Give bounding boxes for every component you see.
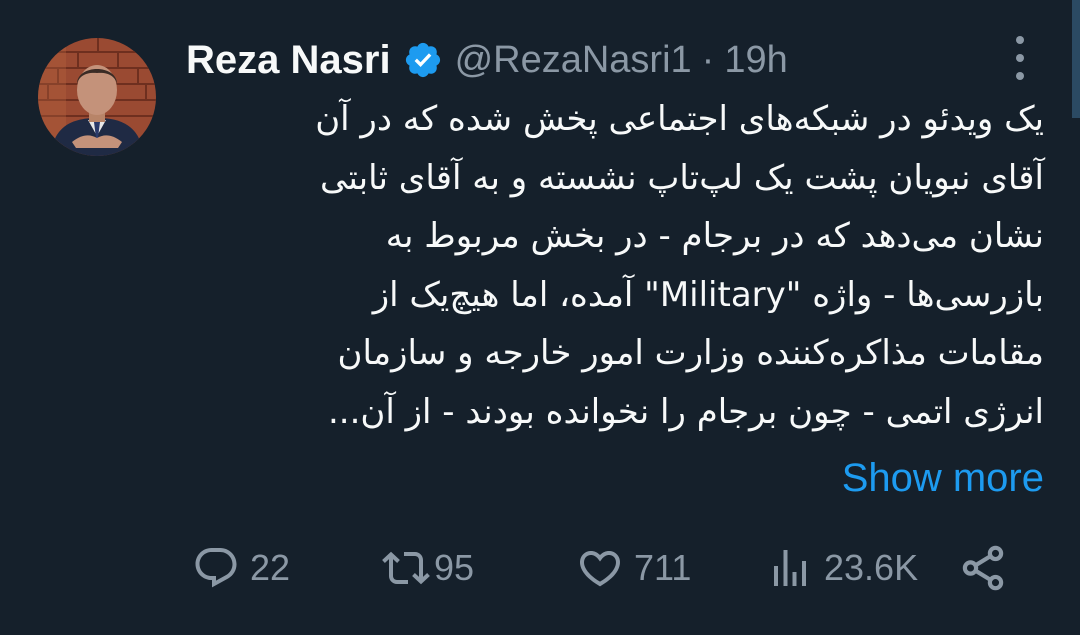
timestamp[interactable]: 19h: [724, 39, 787, 82]
author-handle[interactable]: @RezaNasri1: [455, 39, 692, 82]
action-bar: 22 95 711 23.6K: [0, 540, 1080, 596]
heart-icon: [576, 544, 624, 592]
avatar-image: [38, 38, 156, 156]
more-options-icon[interactable]: [1004, 36, 1036, 80]
reply-icon: [192, 544, 240, 592]
tweet-line: یک ویدئو در شبکه‌های اجتماعی پخش شده که …: [315, 99, 1044, 139]
scroll-edge: [1072, 0, 1080, 118]
separator-dot: ·: [701, 38, 715, 81]
verified-badge-icon: [403, 40, 443, 80]
like-button[interactable]: 711: [576, 540, 691, 596]
reply-count: 22: [250, 547, 291, 588]
tweet-line: انرژی اتمی - چون برجام را نخوانده بودند …: [327, 391, 1044, 432]
retweet-count: 95: [434, 547, 475, 588]
retweet-button[interactable]: 95: [382, 540, 474, 596]
tweet-header: Reza Nasri @RezaNasri1 · 19h: [186, 30, 788, 90]
retweet-icon: [382, 544, 430, 592]
share-icon: [958, 543, 1008, 593]
share-button[interactable]: [958, 540, 1008, 596]
avatar[interactable]: [38, 38, 156, 156]
tweet-text: یک ویدئو در شبکه‌های اجتماعی پخش شده که …: [186, 90, 1044, 441]
tweet-line: آقای نبویان پشت یک لپ‌تاپ نشسته و به آقا…: [320, 157, 1044, 198]
tweet-line: بازرسی‌ها - واژه "Military" آمده، اما هی…: [372, 274, 1044, 315]
views-icon: [766, 544, 814, 592]
like-count: 711: [634, 547, 692, 588]
tweet-line: مقامات مذاکره‌کننده وزارت امور خارجه و س…: [337, 333, 1044, 373]
show-more-link[interactable]: Show more: [842, 452, 1044, 504]
reply-button[interactable]: 22: [192, 540, 290, 596]
views-button[interactable]: 23.6K: [766, 540, 918, 596]
view-count: 23.6K: [824, 547, 919, 588]
author-name[interactable]: Reza Nasri: [186, 38, 391, 83]
tweet-line: نشان می‌دهد که در برجام - در بخش مربوط ب…: [385, 216, 1044, 256]
